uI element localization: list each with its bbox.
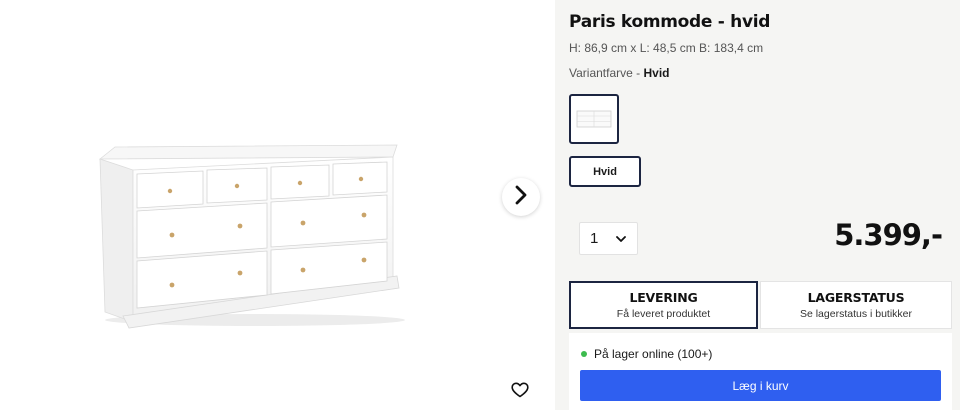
add-to-cart-button[interactable]: Læg i kurv [580, 370, 941, 401]
stock-status-text: På lager online (100+) [594, 347, 713, 361]
quantity-value: 1 [590, 230, 599, 247]
tab-stock-title: LAGERSTATUS [807, 290, 905, 305]
chevron-down-icon [616, 230, 626, 248]
favorite-button[interactable] [509, 381, 531, 403]
quantity-select[interactable]: 1 [579, 222, 638, 255]
product-info-panel: Paris kommode - hvid H: 86,9 cm x L: 48,… [555, 0, 960, 410]
product-dimensions: H: 86,9 cm x L: 48,5 cm B: 183,4 cm [569, 41, 764, 55]
tab-stock-status[interactable]: LAGERSTATUS Se lagerstatus i butikker [760, 281, 952, 329]
variant-value: Hvid [643, 66, 670, 80]
variant-color-label: Variantfarve - Hvid [569, 66, 670, 80]
tab-stock-subtitle: Se lagerstatus i butikker [799, 308, 913, 320]
product-image-gallery [0, 0, 555, 410]
chevron-right-icon [514, 185, 528, 210]
tab-delivery[interactable]: LEVERING Få leveret produktet [569, 281, 758, 329]
next-image-button[interactable] [502, 178, 540, 216]
variant-option-hvid[interactable]: Hvid [569, 156, 641, 187]
variant-image-swatch[interactable] [569, 94, 619, 144]
tab-delivery-subtitle: Få leveret produktet [616, 308, 711, 320]
heart-icon [511, 382, 529, 403]
product-price: 5.399,- [834, 218, 943, 252]
dresser-thumbnail [576, 110, 612, 128]
delivery-panel: På lager online (100+) Læg i kurv [569, 333, 952, 410]
product-image [95, 140, 405, 330]
tab-delivery-title: LEVERING [629, 290, 698, 305]
variant-prefix: Variantfarve - [569, 66, 644, 80]
in-stock-dot-icon [581, 351, 587, 357]
online-stock-status: På lager online (100+) [581, 347, 712, 361]
product-title: Paris kommode - hvid [569, 12, 771, 32]
